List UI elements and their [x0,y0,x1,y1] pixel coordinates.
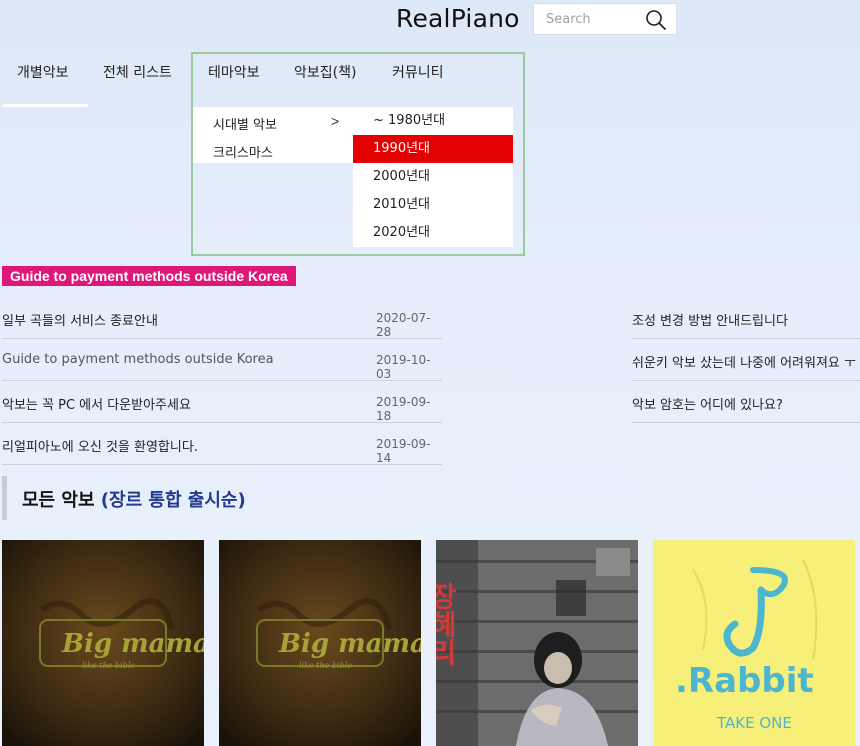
faq-row[interactable]: 쉬운키 악보 샀는데 나중에 어려워져요 ㅜ [632,339,860,381]
faq-title: 악보 암호는 어디에 있나요? [632,398,783,413]
era-option-2000s[interactable]: 2000년대 [353,163,513,191]
album-subtitle-text: like the bible [82,661,135,670]
menu-item-by-era[interactable]: 시대별 악보 [213,114,277,133]
album-art: .Rabbit TAKE ONE [653,540,855,746]
section-title-main: 모든 악보 [22,490,95,511]
era-submenu: ~ 1980년대 1990년대 2000년대 2010년대 2020년대 [353,107,513,247]
notice-title: 리얼피아노에 오신 것을 환영합니다. [2,440,198,455]
notice-title: Guide to payment methods outside Korea [2,352,274,367]
notice-date: 2019-10-03 [376,353,431,381]
notice-title: 일부 곡들의 서비스 종료안내 [2,314,158,329]
chevron-right-icon: > [331,113,340,129]
notice-row[interactable]: Guide to payment methods outside Korea 2… [2,339,442,381]
album-cover-rabbit[interactable]: .Rabbit TAKE ONE [653,540,855,746]
album-title-text: 장혜리 [436,582,459,666]
section-marker [2,476,7,520]
faq-row[interactable]: 조성 변경 방법 안내드립니다 [632,297,860,339]
search-box [533,3,677,35]
notice-date: 2020-07-28 [376,311,431,339]
album-title-text: Big mama [278,629,421,659]
payment-guide-banner[interactable]: Guide to payment methods outside Korea [2,266,296,286]
notice-date: 2019-09-18 [376,395,431,423]
album-title-text: Big mama [61,629,204,659]
album-subtitle-text: like the bible [299,661,352,670]
era-option-1990s[interactable]: 1990년대 [353,135,513,163]
section-title-sub: (장르 통합 출시순) [100,490,246,511]
menu-item-christmas[interactable]: 크리스마스 [213,142,273,161]
album-art: Big mama like the bible [2,540,204,746]
album-cover-big-mama-2[interactable]: Big mama like the bible [219,540,421,746]
search-icon[interactable] [645,9,667,31]
album-cover-big-mama-1[interactable]: Big mama like the bible [2,540,204,746]
header: RealPiano [0,0,860,44]
faq-list: 조성 변경 방법 안내드립니다 쉬운키 악보 샀는데 나중에 어려워져요 ㅜ 악… [632,297,860,423]
faq-row[interactable]: 악보 암호는 어디에 있나요? [632,381,860,423]
search-input[interactable] [534,4,644,34]
theme-category-menu: 시대별 악보 > 크리스마스 [193,107,353,163]
notice-title: 악보는 꼭 PC 에서 다운받아주세요 [2,398,191,413]
site-logo[interactable]: RealPiano [396,4,520,33]
era-option-2020s[interactable]: 2020년대 [353,219,513,247]
notice-row[interactable]: 악보는 꼭 PC 에서 다운받아주세요 2019-09-18 [2,381,442,423]
album-art: 장혜리 [436,540,638,746]
album-subtitle-text: TAKE ONE [716,714,792,732]
notice-date: 2019-09-14 [376,437,431,465]
notice-row[interactable]: 리얼피아노에 오신 것을 환영합니다. 2019-09-14 [2,423,442,465]
album-title-text: .Rabbit [675,661,814,701]
album-art: Big mama like the bible [219,540,421,746]
faq-title: 쉬운키 악보 샀는데 나중에 어려워져요 ㅜ [632,356,856,371]
section-title: 모든 악보 (장르 통합 출시순) [22,486,246,512]
faq-title: 조성 변경 방법 안내드립니다 [632,314,788,329]
nav-active-indicator [2,104,88,107]
nav-item-full-list[interactable]: 전체 리스트 [103,62,172,82]
notice-list: 일부 곡들의 서비스 종료안내 2020-07-28 Guide to paym… [2,297,442,465]
album-cover-jang-hye-ri[interactable]: 장혜리 [436,540,638,746]
era-option-2010s[interactable]: 2010년대 [353,191,513,219]
era-option-1980s[interactable]: ~ 1980년대 [353,107,513,135]
nav-item-individual-scores[interactable]: 개별악보 [17,62,69,82]
notice-row[interactable]: 일부 곡들의 서비스 종료안내 2020-07-28 [2,297,442,339]
